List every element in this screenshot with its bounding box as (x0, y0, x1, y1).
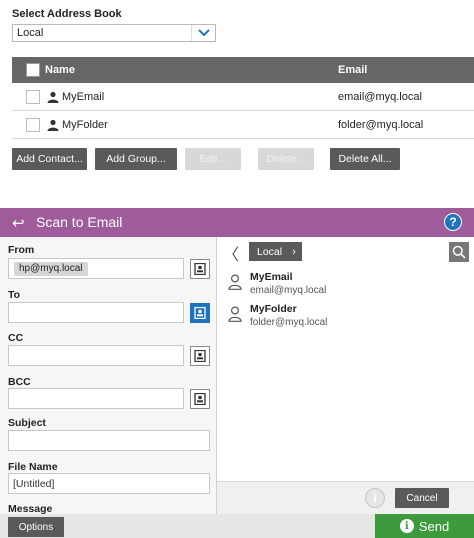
column-header-email[interactable]: Email (338, 64, 367, 76)
bcc-label: BCC (8, 376, 31, 388)
message-label: Message (8, 503, 53, 514)
options-button[interactable]: Options (8, 517, 64, 537)
edit-button[interactable]: Edit... (185, 148, 241, 170)
contact-name: MyFolder (62, 119, 108, 131)
contact-email: email@myq.local (338, 91, 422, 103)
person-outline-icon (228, 306, 242, 322)
contact-name: MyEmail (62, 91, 105, 103)
from-field[interactable]: hp@myq.local (8, 258, 184, 279)
scan-header: ↩ Scan to Email ? (0, 208, 474, 237)
address-book-select[interactable]: Local (12, 24, 216, 42)
table-header: Name Email (12, 57, 474, 83)
list-item[interactable]: MyEmail email@myq.local (217, 268, 474, 298)
table-row[interactable]: MyEmail email@myq.local (12, 83, 474, 111)
chevron-left-icon[interactable]: 〈 (223, 241, 239, 265)
email-fields-pane: From hp@myq.local To CC BCC Subject File… (0, 237, 216, 514)
list-item[interactable]: MyFolder folder@myq.local (217, 300, 474, 330)
add-group-button[interactable]: Add Group... (95, 148, 177, 170)
info-icon[interactable]: i (365, 488, 385, 508)
file-name-value: [Untitled] (13, 478, 55, 490)
back-icon[interactable]: ↩ (12, 214, 25, 232)
cc-address-book-button[interactable] (190, 346, 210, 366)
cc-field[interactable] (8, 345, 184, 366)
cancel-button[interactable]: Cancel (395, 488, 449, 508)
person-outline-icon (228, 274, 242, 290)
person-icon (47, 91, 59, 103)
address-book-icon (194, 263, 206, 275)
person-icon (47, 119, 59, 131)
search-icon (452, 245, 466, 259)
contact-email: folder@myq.local (338, 119, 424, 131)
file-name-label: File Name (8, 461, 58, 473)
address-book-icon (194, 307, 206, 319)
to-label: To (8, 289, 21, 301)
contact-name: MyFolder (250, 303, 297, 315)
breadcrumb-label: Local (257, 245, 283, 258)
send-button[interactable]: i Send (375, 514, 474, 538)
bcc-address-book-button[interactable] (190, 389, 210, 409)
column-header-name[interactable]: Name (45, 64, 75, 76)
row-checkbox[interactable] (26, 90, 40, 104)
page-title: Scan to Email (36, 214, 123, 230)
bcc-field[interactable] (8, 388, 184, 409)
contacts-action-bar: i Cancel (217, 481, 474, 514)
subject-label: Subject (8, 417, 46, 429)
contact-email: folder@myq.local (250, 317, 328, 328)
to-field[interactable] (8, 302, 184, 323)
contacts-toolbar: 〈 Local › (217, 237, 474, 267)
from-label: From (8, 244, 35, 256)
breadcrumb[interactable]: Local › (249, 242, 302, 261)
help-icon[interactable]: ? (444, 213, 462, 231)
subject-field[interactable] (8, 430, 210, 451)
select-all-checkbox[interactable] (26, 63, 40, 77)
send-label: Send (418, 518, 450, 534)
delete-all-button[interactable]: Delete All... (330, 148, 400, 170)
contact-email: email@myq.local (250, 285, 327, 296)
chevron-right-icon: › (292, 245, 296, 258)
address-book-selected-value: Local (17, 27, 44, 39)
contacts-pane: 〈 Local › MyEmail email@myq.local MyFold… (216, 237, 474, 514)
from-address-book-button[interactable] (190, 259, 210, 279)
table-row[interactable]: MyFolder folder@myq.local (12, 111, 474, 139)
contact-name: MyEmail (250, 271, 293, 283)
address-book-icon (194, 393, 206, 405)
search-button[interactable] (449, 242, 469, 262)
cc-label: CC (8, 332, 24, 344)
file-name-field[interactable]: [Untitled] (8, 473, 210, 494)
address-book-icon (194, 350, 206, 362)
from-address-chip[interactable]: hp@myq.local (14, 262, 88, 276)
to-address-book-button[interactable] (190, 303, 210, 323)
delete-button[interactable]: Delete... (258, 148, 314, 170)
add-contact-button[interactable]: Add Contact... (12, 148, 87, 170)
address-book-label: Select Address Book (12, 8, 122, 20)
address-book-table: Name Email MyEmail email@myq.local MyFol… (12, 57, 474, 139)
chevron-down-icon[interactable] (191, 25, 215, 41)
row-checkbox[interactable] (26, 118, 40, 132)
footer-bar: Options i Send (0, 514, 474, 538)
info-icon: i (399, 519, 414, 533)
